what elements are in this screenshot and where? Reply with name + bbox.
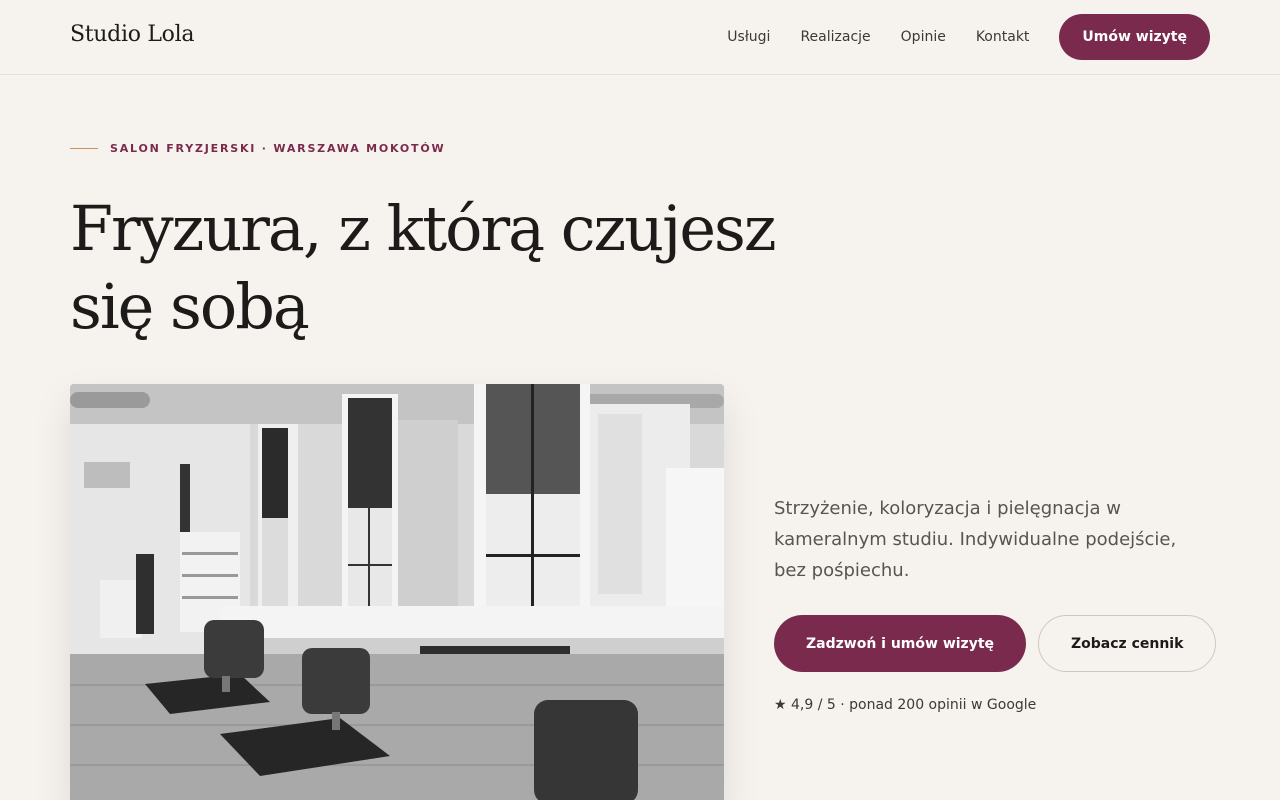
site-header: Studio Lola Usługi Realizacje Opinie Kon… (0, 0, 1280, 75)
nav-link-realizacje[interactable]: Realizacje (800, 29, 870, 45)
call-and-book-button[interactable]: Zadzwoń i umów wizytę (774, 615, 1027, 672)
nav-link-kontakt[interactable]: Kontakt (976, 29, 1030, 45)
nav-link-opinie[interactable]: Opinie (901, 29, 946, 45)
hero-lead-text: Strzyżenie, koloryzacja i pielęgnacja w … (774, 498, 1177, 581)
salon-interior-photo (70, 384, 724, 800)
google-rating: ★ 4,9 / 5 · ponad 200 opinii w Google (774, 697, 1037, 713)
eyebrow: SALON FRYZJERSKI · WARSZAWA MOKOTÓW (70, 142, 445, 155)
nav-link-uslugi[interactable]: Usługi (727, 29, 770, 45)
eyebrow-text: SALON FRYZJERSKI · WARSZAWA MOKOTÓW (110, 142, 446, 155)
main-nav: Usługi Realizacje Opinie Kontakt Umów wi… (727, 14, 1210, 60)
eyebrow-line (70, 148, 98, 149)
logo[interactable]: Studio Lola (70, 22, 194, 47)
hero-actions: Zadzwoń i umów wizytę Zobacz cennik (774, 615, 1217, 672)
book-visit-button[interactable]: Umów wizytę (1059, 14, 1210, 60)
hero-headline: Fryzura, z którą czujesz się sobą (70, 192, 777, 343)
view-pricing-button[interactable]: Zobacz cennik (1038, 615, 1217, 672)
